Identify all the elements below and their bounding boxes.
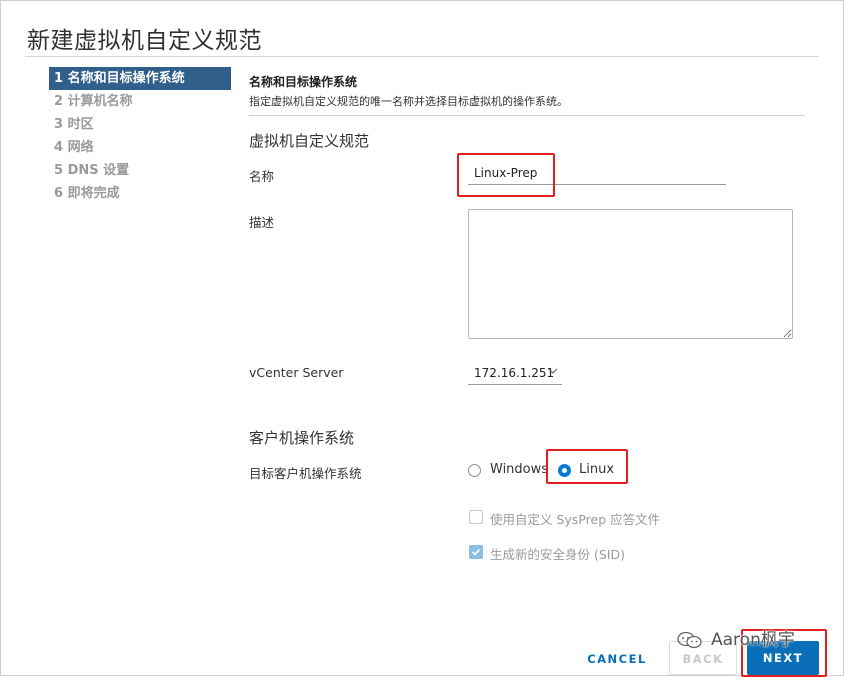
dialog-title: 新建虚拟机自定义规范 bbox=[27, 28, 262, 54]
generate-sid-label: 生成新的安全身份 (SID) bbox=[490, 547, 625, 562]
step-heading: 名称和目标操作系统 bbox=[249, 75, 358, 89]
windows-radio-label[interactable]: Windows bbox=[490, 462, 548, 477]
chevron-down-icon bbox=[548, 363, 558, 383]
watermark-text: Aaron枫宇 bbox=[711, 630, 795, 650]
target-os-label: 目标客户机操作系统 bbox=[249, 466, 362, 481]
nav-step-ready[interactable]: 6 即将完成 bbox=[49, 182, 231, 205]
watermark: Aaron枫宇 bbox=[677, 625, 795, 650]
generate-sid-checkbox[interactable] bbox=[469, 545, 483, 559]
spec-section-title: 虚拟机自定义规范 bbox=[249, 132, 370, 150]
nav-step-network[interactable]: 4 网络 bbox=[49, 136, 231, 159]
checkmark-icon bbox=[471, 548, 481, 556]
step-divider bbox=[249, 115, 805, 116]
description-textarea[interactable] bbox=[468, 209, 793, 339]
custom-sysprep-checkbox[interactable] bbox=[469, 510, 483, 524]
highlight-linux-option bbox=[546, 449, 628, 484]
vcenter-select[interactable]: 172.16.1.251 bbox=[468, 363, 562, 385]
description-label: 描述 bbox=[249, 215, 275, 230]
windows-radio[interactable] bbox=[468, 464, 481, 477]
vcenter-selected-value: 172.16.1.251 bbox=[474, 366, 555, 380]
nav-step-timezone[interactable]: 3 时区 bbox=[49, 113, 231, 136]
guest-os-section-title: 客户机操作系统 bbox=[249, 429, 355, 447]
wechat-icon bbox=[677, 631, 703, 649]
nav-step-name-os[interactable]: 1 名称和目标操作系统 bbox=[49, 67, 231, 90]
custom-sysprep-label: 使用自定义 SysPrep 应答文件 bbox=[490, 512, 661, 527]
nav-step-computer-name[interactable]: 2 计算机名称 bbox=[49, 90, 231, 113]
title-divider bbox=[25, 56, 819, 57]
cancel-button[interactable]: CANCEL bbox=[579, 646, 655, 672]
step-description: 指定虚拟机自定义规范的唯一名称并选择目标虚拟机的操作系统。 bbox=[249, 95, 568, 108]
highlight-name-input bbox=[457, 153, 555, 197]
nav-step-dns[interactable]: 5 DNS 设置 bbox=[49, 159, 231, 182]
name-label: 名称 bbox=[249, 169, 275, 184]
vcenter-label: vCenter Server bbox=[249, 365, 344, 380]
wizard-nav: 1 名称和目标操作系统 2 计算机名称 3 时区 4 网络 5 DNS 设置 6… bbox=[49, 67, 231, 205]
customization-spec-dialog: 新建虚拟机自定义规范 1 名称和目标操作系统 2 计算机名称 3 时区 4 网络… bbox=[0, 0, 844, 677]
